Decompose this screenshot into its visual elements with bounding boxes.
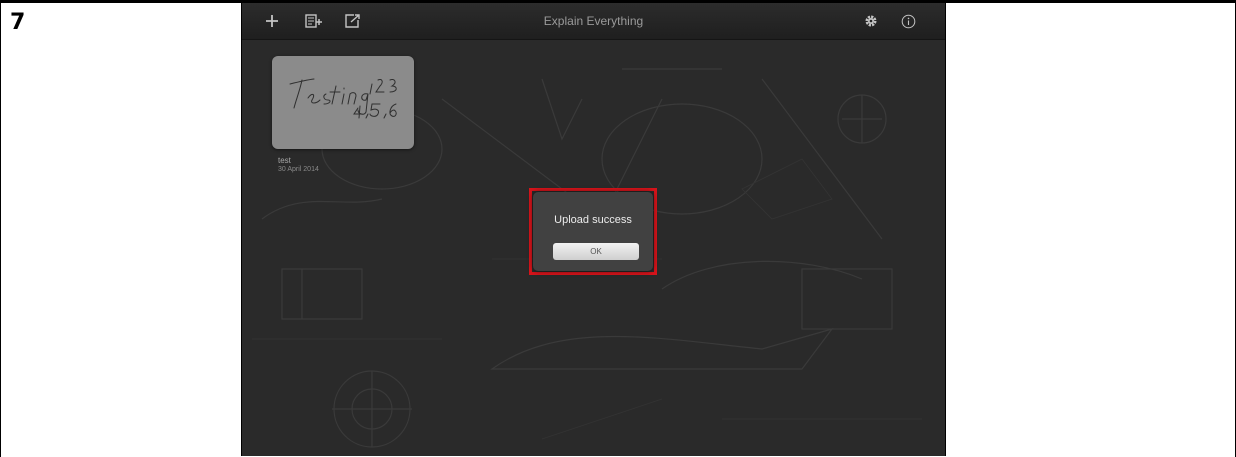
project-name[interactable]: test (278, 156, 291, 165)
info-icon[interactable] (896, 10, 920, 32)
ok-button[interactable]: OK (553, 243, 639, 260)
app-toolbar: Explain Everything (242, 3, 945, 40)
ipad-screen: Explain Everything test 30 April 2014 Up… (242, 3, 945, 456)
app-title: Explain Everything (543, 14, 644, 28)
column-divider (945, 3, 946, 456)
handwriting-sketch (289, 78, 397, 119)
step-number: 7 (10, 10, 26, 35)
upload-alert-dialog: Upload success OK (533, 192, 653, 271)
alert-message: Upload success (554, 214, 632, 226)
gear-icon[interactable] (859, 10, 883, 32)
project-thumbnail[interactable] (272, 56, 414, 149)
project-date: 30 April 2014 (278, 166, 319, 173)
